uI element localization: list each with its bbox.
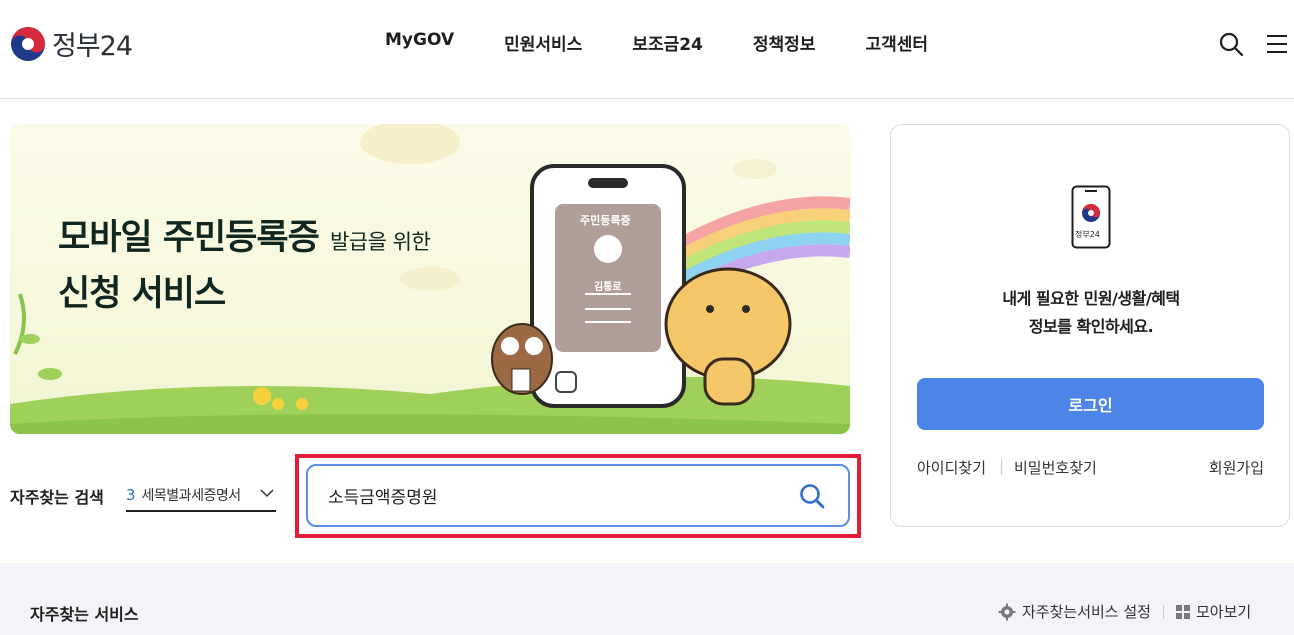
login-message: 내게 필요한 민원/생활/혜택 정보를 확인하세요.: [891, 285, 1291, 341]
hamburger-menu-icon[interactable]: [1265, 33, 1289, 55]
login-message-line1: 내게 필요한 민원/생활/혜택: [1002, 289, 1180, 308]
service-settings-button[interactable]: 자주찾는서비스 설정: [998, 601, 1151, 622]
banner-title: 모바일 주민등록증 발급을 위한 신청 서비스: [58, 212, 431, 320]
login-card: 정부24 내게 필요한 민원/생활/혜택 정보를 확인하세요. 로그인 아이디찾…: [890, 124, 1290, 527]
logo-text: 정부24: [52, 31, 133, 62]
search-icon[interactable]: [798, 482, 826, 510]
search-box: [306, 464, 850, 527]
nav-policy-info[interactable]: 정책정보: [753, 30, 816, 55]
site-logo[interactable]: 정부24: [10, 24, 133, 63]
login-button[interactable]: 로그인: [917, 378, 1264, 430]
grid-icon: [1175, 604, 1190, 619]
search-input[interactable]: [328, 466, 778, 525]
frequent-search-dropdown[interactable]: 3 세목별과세증명서: [126, 480, 276, 512]
frequent-services-actions: 자주찾는서비스 설정 모아보기: [998, 601, 1251, 622]
banner-title-line2: 신청 서비스: [58, 274, 226, 314]
divider: [1162, 604, 1164, 619]
link-separator: |: [999, 457, 1005, 475]
nav-subsidy24[interactable]: 보조금24: [632, 30, 703, 55]
find-id-link[interactable]: 아이디찾기: [917, 457, 986, 478]
view-all-button[interactable]: 모아보기: [1175, 601, 1252, 622]
frequent-services-section: 자주찾는 서비스 자주찾는서비스 설정 모아보기: [0, 563, 1294, 635]
taegeuk-logo-icon: [11, 26, 45, 61]
banner-title-subtext: 발급을 위한: [329, 230, 431, 254]
view-all-label: 모아보기: [1195, 603, 1252, 621]
main-nav: MyGOV 민원서비스 보조금24 정책정보 고객센터: [385, 30, 978, 55]
signup-link[interactable]: 회원가입: [1209, 457, 1264, 478]
frequent-search-rank: 3: [126, 486, 136, 504]
banner-title-line1: 모바일 주민등록증: [58, 218, 320, 258]
nav-mygov[interactable]: MyGOV: [385, 30, 454, 55]
chevron-down-icon: [260, 489, 274, 498]
frequent-search-label: 자주찾는 검색: [10, 488, 104, 507]
frequent-search-keyword: 세목별과세증명서: [141, 488, 242, 504]
frequent-services-title: 자주찾는 서비스: [30, 605, 139, 624]
nav-customer-center[interactable]: 고객센터: [865, 30, 928, 55]
nav-civil-service[interactable]: 민원서비스: [504, 30, 582, 55]
login-message-line2: 정보를 확인하세요.: [1028, 317, 1154, 336]
header: 정부24 MyGOV 민원서비스 보조금24 정책정보 고객센터: [0, 0, 1294, 99]
id-card-title: 주민등록증: [580, 214, 631, 227]
find-password-link[interactable]: 비밀번호찾기: [1014, 457, 1097, 478]
mobile-icon-label: 정부24: [1075, 230, 1100, 239]
id-card-name: 김통로: [594, 282, 622, 293]
search-icon[interactable]: [1218, 31, 1244, 57]
service-settings-label: 자주찾는서비스 설정: [1022, 603, 1151, 621]
promo-banner[interactable]: 모바일 주민등록증 발급을 위한 신청 서비스 주민등록증 김통로: [10, 124, 850, 434]
gear-icon: [998, 603, 1016, 620]
